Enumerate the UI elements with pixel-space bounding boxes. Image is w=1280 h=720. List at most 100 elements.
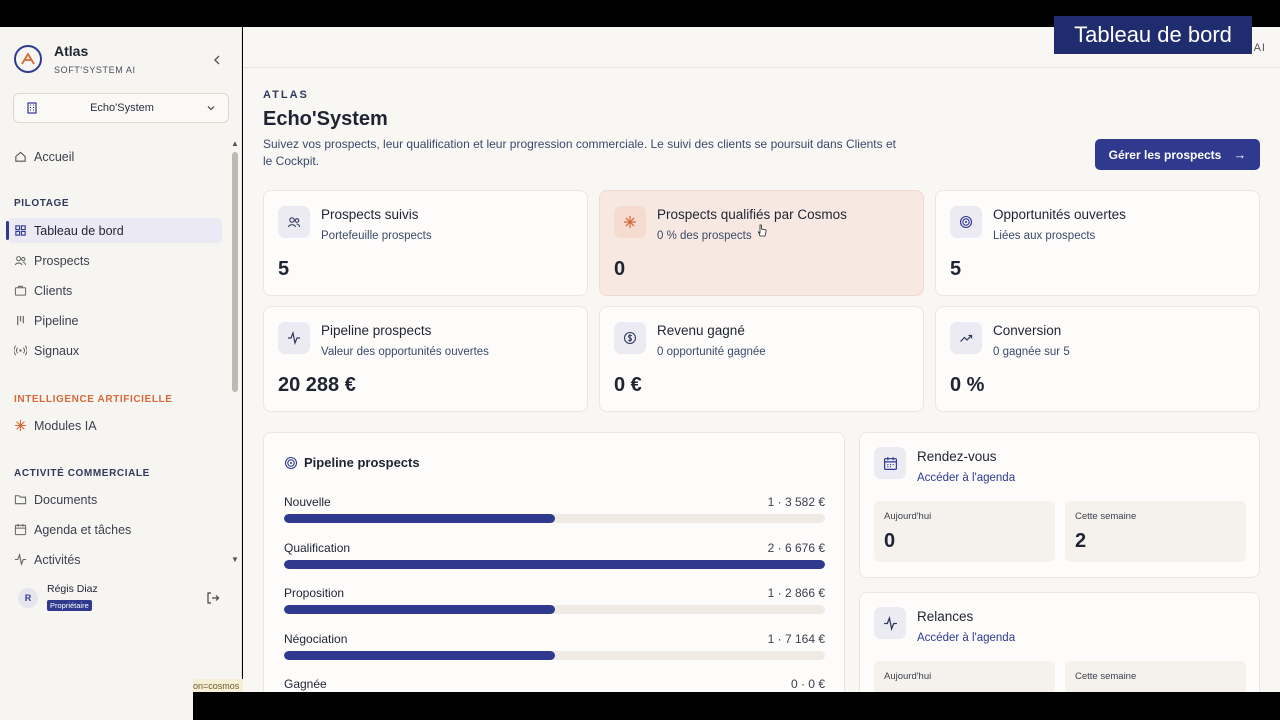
rendezvous-agenda-link[interactable]: Accéder à l'agenda	[917, 472, 1015, 484]
relances-card: Relances Accéder à l'agenda Aujourd'hui …	[859, 592, 1260, 692]
kpi-title: Revenu gagné	[657, 323, 745, 338]
page-description: Suivez vos prospects, leur qualification…	[263, 137, 896, 168]
sidebar-item-accueil[interactable]: Accueil	[8, 144, 222, 169]
stage-value: 1 · 2 866 €	[767, 586, 825, 600]
sidebar-item-label: Signaux	[34, 343, 80, 358]
kpi-card-revenu-gagne[interactable]: Revenu gagné 0 opportunité gagnée 0 €	[599, 306, 924, 412]
dollar-icon	[614, 322, 646, 354]
briefcase-icon	[14, 285, 27, 296]
sidebar-item-pipeline[interactable]: Pipeline	[8, 308, 222, 333]
manage-prospects-button[interactable]: Gérer les prospects →	[1095, 139, 1260, 170]
stage-label: Gagnée	[284, 677, 327, 691]
building-icon	[27, 102, 37, 114]
mini-value: 0	[884, 530, 896, 552]
pipeline-title-text: Pipeline prospects	[304, 455, 420, 470]
radio-signal-icon	[14, 345, 27, 356]
stage-value: 1 · 7 164 €	[767, 632, 825, 646]
logout-icon[interactable]	[206, 591, 220, 605]
stage-value: 0 · 0 €	[790, 677, 825, 691]
kpi-value: 0 %	[950, 374, 985, 396]
kpi-card-opportunites-ouvertes[interactable]: Opportunités ouvertes Liées aux prospect…	[935, 190, 1260, 296]
sidebar-item-label: Clients	[34, 283, 73, 298]
kpi-value: 5	[278, 258, 290, 280]
kpi-card-prospects-qualifies[interactable]: Prospects qualifiés par Cosmos 0 % des p…	[599, 190, 924, 296]
sidebar-nav: Accueil PILOTAGE Tableau de bord Prospec…	[0, 135, 242, 595]
mini-label: Cette semaine	[1075, 671, 1137, 682]
sidebar-item-activites[interactable]: Activités	[8, 547, 222, 572]
rendezvous-week: Cette semaine 2	[1065, 501, 1246, 562]
brand-subtitle: SOFT'SYSTEM AI	[54, 65, 136, 75]
kpi-value: 5	[950, 258, 962, 280]
scroll-down-arrow[interactable]: ▼	[231, 555, 239, 564]
pipeline-card-title: Pipeline prospects	[284, 455, 420, 470]
activity-icon	[278, 322, 310, 354]
stage-label: Nouvelle	[284, 495, 331, 509]
stage-label: Proposition	[284, 586, 345, 600]
stage-value: 2 · 6 676 €	[767, 541, 825, 555]
kpi-title: Conversion	[993, 323, 1062, 338]
nav-section-pilotage: PILOTAGE	[14, 198, 70, 209]
sidebar-item-label: Activités	[34, 552, 81, 567]
nav-section-activity: ACTIVITÉ COMMERCIALE	[14, 468, 150, 479]
target-icon	[950, 206, 982, 238]
organization-select[interactable]: Echo'System	[13, 93, 229, 123]
kpi-subtitle: 0 % des prospects	[657, 230, 752, 242]
stage-progress-track	[284, 605, 825, 614]
sidebar-item-label: Pipeline	[34, 313, 79, 328]
activity-icon	[14, 553, 27, 566]
activity-icon	[874, 607, 906, 639]
page-overlay-title: Tableau de bord	[1054, 16, 1252, 54]
sidebar-item-label: Tableau de bord	[34, 223, 124, 238]
atlas-logo-icon	[14, 45, 42, 73]
kpi-value: 20 288 €	[278, 374, 356, 396]
header-right-label: AI	[1253, 42, 1266, 54]
scroll-up-arrow[interactable]: ▲	[231, 139, 239, 148]
kpi-title: Pipeline prospects	[321, 323, 432, 338]
sparkle-icon	[14, 419, 27, 432]
kpi-subtitle: Valeur des opportunités ouvertes	[321, 346, 489, 358]
page-eyebrow: ATLAS	[263, 89, 309, 101]
sidebar-item-modules-ia[interactable]: Modules IA	[8, 413, 222, 438]
collapse-sidebar-button[interactable]	[208, 51, 226, 69]
home-icon	[15, 151, 26, 162]
users-icon	[278, 206, 310, 238]
stage-progress-track	[284, 514, 825, 523]
mouse-pointer-icon	[757, 224, 767, 237]
sidebar-item-label: Modules IA	[34, 418, 97, 433]
sidebar-item-signaux[interactable]: Signaux	[8, 338, 222, 363]
stage-label: Qualification	[284, 541, 351, 555]
sidebar-item-label: Agenda et tâches	[34, 522, 132, 537]
mini-value: 2	[1075, 530, 1087, 552]
sidebar-item-documents[interactable]: Documents	[8, 487, 222, 512]
stage-progress-fill	[284, 605, 555, 614]
users-icon	[14, 256, 27, 266]
sidebar-item-tableau-de-bord[interactable]: Tableau de bord	[6, 218, 222, 243]
relances-week: Cette semaine	[1065, 661, 1246, 692]
mini-label: Aujourd'hui	[884, 511, 932, 522]
page-title: Echo'System	[263, 108, 388, 130]
sidebar-item-label: Prospects	[34, 253, 90, 268]
kpi-title: Prospects suivis	[321, 207, 419, 222]
bottom-black-bar	[193, 692, 1280, 720]
kpi-card-conversion[interactable]: Conversion 0 gagnée sur 5 0 %	[935, 306, 1260, 412]
sidebar-scrollbar-thumb[interactable]	[232, 152, 238, 392]
stage-progress-fill	[284, 560, 825, 569]
chevron-left-icon	[214, 55, 220, 65]
calendar-icon	[14, 523, 27, 536]
status-tooltip: on=cosmos	[193, 679, 249, 693]
kpi-value: 0 €	[614, 374, 642, 396]
calendar-icon	[874, 447, 906, 479]
stage-value: 1 · 3 582 €	[767, 495, 825, 509]
user-profile[interactable]: R Régis Diaz Propriétaire	[12, 583, 228, 613]
brand[interactable]: Atlas SOFT'SYSTEM AI	[14, 43, 136, 75]
sidebar-item-prospects[interactable]: Prospects	[8, 248, 222, 273]
sidebar-item-agenda[interactable]: Agenda et tâches	[8, 517, 222, 542]
user-role-badge: Propriétaire	[47, 600, 92, 611]
pipeline-card: Pipeline prospects Nouvelle 1 · 3 582 € …	[263, 432, 845, 692]
sidebar-item-clients[interactable]: Clients	[8, 278, 222, 303]
kpi-card-prospects-suivis[interactable]: Prospects suivis Portefeuille prospects …	[263, 190, 588, 296]
brand-name: Atlas	[54, 43, 89, 59]
kpi-card-pipeline-prospects[interactable]: Pipeline prospects Valeur des opportunit…	[263, 306, 588, 412]
relances-agenda-link[interactable]: Accéder à l'agenda	[917, 632, 1015, 644]
kpi-subtitle: Portefeuille prospects	[321, 230, 432, 242]
